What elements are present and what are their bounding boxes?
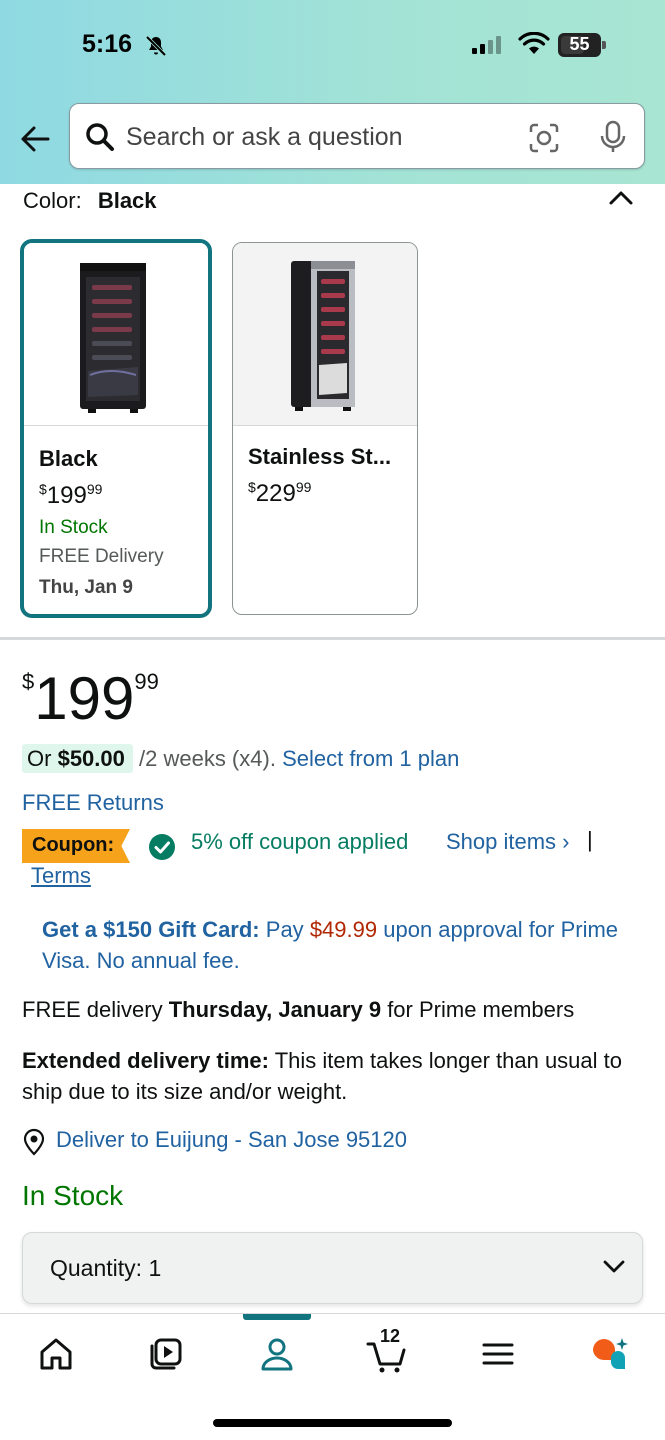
product-image-stainless: [233, 243, 417, 426]
battery-icon: 55: [558, 33, 606, 57]
installment-plan: Or $50.00 /2 weeks (x4). Select from 1 p…: [22, 744, 459, 773]
option-price: $19999: [39, 481, 103, 509]
select-plan-link[interactable]: Select from 1 plan: [282, 746, 459, 771]
chevron-down-icon: [603, 1260, 625, 1273]
bottom-navigation: 12: [0, 1313, 665, 1440]
search-bar[interactable]: [69, 103, 645, 169]
bell-muted-icon: [145, 35, 167, 57]
home-indicator-bar: [213, 1419, 452, 1427]
coupon-tag: Coupon:: [22, 829, 130, 863]
coupon-applied-text: 5% off coupon applied: [191, 829, 409, 854]
color-option-stainless[interactable]: Stainless St... $22999: [232, 242, 418, 615]
search-input[interactable]: [126, 118, 506, 156]
delivery-info: FREE delivery Thursday, January 9 for Pr…: [22, 997, 575, 1022]
option-delivery: FREE Delivery: [39, 546, 164, 567]
back-arrow-icon[interactable]: [18, 122, 52, 156]
top-header: 5:16 55: [0, 0, 665, 184]
check-circle-icon: [149, 834, 175, 860]
deliver-to-link[interactable]: Deliver to Euijung - San Jose 95120: [56, 1127, 407, 1153]
option-stock-status: In Stock: [39, 517, 108, 538]
main-price: $19999: [22, 665, 159, 732]
coupon-terms-link[interactable]: Terms: [31, 863, 91, 889]
section-divider: [0, 637, 665, 640]
wifi-icon: [518, 32, 550, 54]
option-delivery-date: Thu, Jan 9: [39, 577, 133, 598]
color-label: Color:: [23, 188, 82, 213]
status-time: 5:16: [82, 30, 133, 58]
search-icon: [86, 123, 114, 151]
installment-chip: Or $50.00: [22, 744, 133, 773]
extended-delivery-note: Extended delivery time: This item takes …: [22, 1048, 622, 1104]
camera-lens-icon[interactable]: [528, 122, 560, 154]
selected-color: Black: [97, 188, 157, 213]
shop-items-link[interactable]: Shop items ›: [446, 829, 570, 855]
gift-card-offer[interactable]: Get a $150 Gift Card: Pay $49.99 upon ap…: [42, 914, 622, 976]
chevron-up-icon[interactable]: [606, 186, 636, 210]
color-option-black[interactable]: Black $19999 In Stock FREE Delivery Thu,…: [20, 239, 212, 618]
video-library-icon[interactable]: [146, 1334, 186, 1374]
active-tab-indicator: [243, 1314, 311, 1320]
quantity-selector[interactable]: Quantity: 1: [22, 1232, 643, 1304]
availability-status: In Stock: [22, 1180, 124, 1211]
menu-icon[interactable]: [478, 1334, 518, 1374]
cellular-signal-icon: [472, 36, 501, 54]
option-price: $22999: [248, 479, 312, 507]
option-name: Black: [39, 446, 98, 471]
quantity-label: Quantity: 1: [50, 1255, 162, 1281]
location-pin-icon: [23, 1128, 45, 1156]
rufus-assistant-icon[interactable]: [589, 1334, 629, 1374]
color-label-row: Color: Black: [23, 188, 157, 214]
battery-level: 55: [569, 34, 590, 54]
wine-fridge-black-image: [80, 263, 146, 413]
account-icon[interactable]: [257, 1334, 297, 1374]
option-name: Stainless St...: [248, 444, 392, 469]
cart-count-badge: 12: [380, 1326, 401, 1346]
installment-period: /2 weeks (x4).: [139, 746, 276, 771]
home-icon[interactable]: [36, 1334, 76, 1374]
product-image-black: [24, 243, 208, 426]
free-returns-link[interactable]: FREE Returns: [22, 790, 164, 816]
coupon-separator: |: [587, 827, 593, 852]
wine-fridge-stainless-image: [291, 261, 355, 411]
microphone-icon[interactable]: [598, 120, 628, 154]
